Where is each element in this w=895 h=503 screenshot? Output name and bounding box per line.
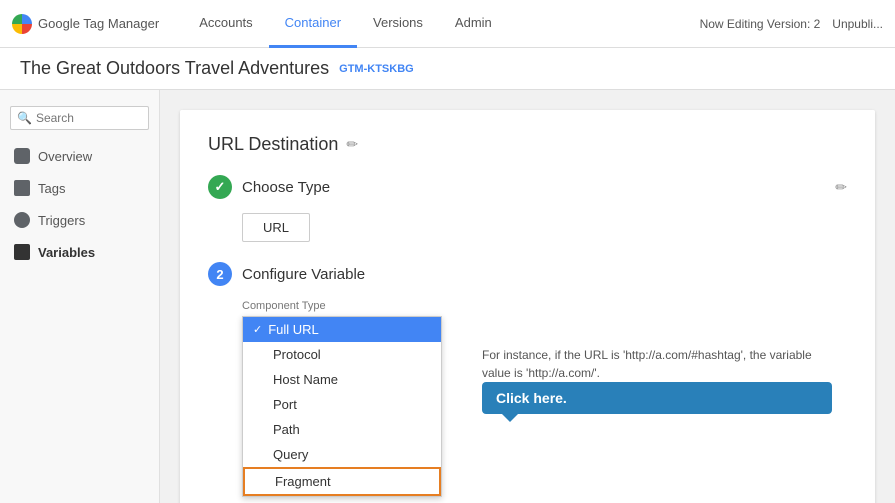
dropdown-label-protocol: Protocol [273,347,321,362]
dropdown-list: ✓ Full URL Protocol Host Name [242,316,442,497]
sidebar-item-overview[interactable]: Overview [0,140,159,172]
search-box[interactable]: 🔍 [10,106,149,130]
dropdown-label-full-url: Full URL [268,322,319,337]
top-navigation: Google Tag Manager Accounts Container Ve… [0,0,895,48]
step2-title: Configure Variable [242,266,365,283]
variables-icon [14,244,30,260]
gtm-badge: GTM-KTSKBG [339,63,414,75]
step2-header: 2 Configure Variable [208,262,847,286]
url-type-button[interactable]: URL [242,213,310,242]
google-logo-icon [12,14,32,34]
sidebar-label-variables: Variables [38,245,95,260]
app-name: Google Tag Manager [38,16,159,31]
nav-container[interactable]: Container [269,0,357,48]
tags-icon [14,180,30,196]
dropdown-container: ✓ Full URL Protocol Host Name [242,316,442,503]
sidebar-label-tags: Tags [38,181,65,196]
dropdown-item-port[interactable]: Port [243,392,441,417]
main-layout: 🔍 Overview Tags Triggers Variables URL D… [0,90,895,503]
dropdown-label-host-name: Host Name [273,372,338,387]
search-icon: 🔍 [17,111,32,125]
triggers-icon [14,212,30,228]
step-1: ✓ Choose Type ✏ URL [208,175,847,242]
site-title: The Great Outdoors Travel Adventures [20,58,329,79]
checkmark-icon: ✓ [253,323,262,336]
site-header: The Great Outdoors Travel Adventures GTM… [0,48,895,90]
nav-links: Accounts Container Versions Admin [183,0,508,48]
step2-badge: 2 [208,262,232,286]
nav-versions[interactable]: Versions [357,0,439,48]
title-edit-icon[interactable]: ✏ [346,136,358,153]
dropdown-item-path[interactable]: Path [243,417,441,442]
dropdown-item-query[interactable]: Query [243,442,441,467]
right-side: For instance, if the URL is 'http://a.co… [462,316,832,414]
sidebar-item-triggers[interactable]: Triggers [0,204,159,236]
main-content: URL Destination ✏ ✓ Choose Type ✏ URL 2 … [160,90,895,503]
step1-badge: ✓ [208,175,232,199]
sidebar-label-overview: Overview [38,149,92,164]
sidebar-label-triggers: Triggers [38,213,85,228]
sidebar-item-variables[interactable]: Variables [0,236,159,268]
dropdown-item-host-name[interactable]: Host Name [243,367,441,392]
dropdown-label-path: Path [273,422,300,437]
step1-header: ✓ Choose Type ✏ [208,175,847,199]
search-input[interactable] [36,111,142,125]
dropdown-label-query: Query [273,447,308,462]
card-title-text: URL Destination [208,134,338,155]
description-text: For instance, if the URL is 'http://a.co… [482,346,832,382]
card: URL Destination ✏ ✓ Choose Type ✏ URL 2 … [180,110,875,503]
dropdown-label-port: Port [273,397,297,412]
dropdown-item-protocol[interactable]: Protocol [243,342,441,367]
sidebar-item-tags[interactable]: Tags [0,172,159,204]
overview-icon [14,148,30,164]
card-title-row: URL Destination ✏ [208,134,847,155]
top-right-info: Now Editing Version: 2 Unpubli... [700,17,883,31]
click-here-tooltip[interactable]: Click here. [482,382,832,414]
dropdown-and-tip: ✓ Full URL Protocol Host Name [242,316,847,503]
editing-version-text: Now Editing Version: 2 [700,17,821,31]
config-section: Component Type ✓ Full URL [242,300,847,503]
step-2: 2 Configure Variable Component Type ✓ Fu… [208,262,847,503]
nav-accounts[interactable]: Accounts [183,0,268,48]
dropdown-item-fragment[interactable]: Fragment [243,467,441,496]
nav-admin[interactable]: Admin [439,0,508,48]
publish-status: Unpubli... [832,17,883,31]
step1-title: Choose Type [242,179,330,196]
dropdown-label-fragment: Fragment [275,474,331,489]
step1-edit-icon[interactable]: ✏ [835,179,847,196]
dropdown-item-full-url[interactable]: ✓ Full URL [243,317,441,342]
sidebar: 🔍 Overview Tags Triggers Variables [0,90,160,503]
component-type-label: Component Type [242,300,847,312]
logo-area: Google Tag Manager [12,14,159,34]
